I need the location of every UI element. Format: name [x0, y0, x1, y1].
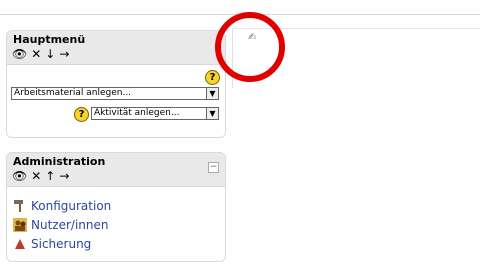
- help-icon[interactable]: ?: [205, 70, 220, 85]
- admin-header: Administration 👁 ✕ ↑ → −: [7, 153, 225, 187]
- admin-controls: 👁 ✕ ↑ →: [12, 169, 70, 183]
- activity-select-value: Aktivität anlegen...: [94, 108, 180, 118]
- admin-title: Administration: [13, 155, 106, 168]
- move-right-icon[interactable]: →: [59, 169, 70, 183]
- main-menu-block: Hauptmenü 👁 ✕ ↓ → ? Arbeitsmaterial anle…: [6, 30, 226, 138]
- admin-item-sicherung[interactable]: Sicherung: [7, 234, 225, 253]
- move-up-icon[interactable]: ↑: [45, 169, 56, 183]
- admin-item-nutzer[interactable]: Nutzer/innen: [7, 215, 225, 234]
- backup-icon: [13, 237, 27, 251]
- main-menu-title: Hauptmenü: [13, 33, 86, 46]
- collapse-icon[interactable]: −: [208, 162, 219, 173]
- admin-body: Konfiguration Nutzer/innen Sicherung: [7, 187, 225, 253]
- delete-icon[interactable]: ✕: [31, 47, 42, 61]
- main-menu-header: Hauptmenü 👁 ✕ ↓ →: [7, 31, 225, 65]
- move-right-icon[interactable]: →: [59, 47, 70, 61]
- admin-item-konfiguration[interactable]: Konfiguration: [7, 196, 225, 215]
- delete-icon[interactable]: ✕: [31, 169, 42, 183]
- dropdown-arrow-icon: ▼: [206, 88, 218, 99]
- dropdown-arrow-icon: ▼: [206, 108, 218, 119]
- annotation-circle: [215, 12, 285, 82]
- admin-item-label: Konfiguration: [31, 198, 112, 213]
- resource-select-value: Arbeitsmaterial anlegen...: [14, 88, 132, 98]
- admin-item-label: Nutzer/innen: [31, 217, 109, 232]
- help-icon[interactable]: ?: [74, 107, 89, 122]
- hammer-icon: [13, 199, 27, 213]
- main-menu-body: ? Arbeitsmaterial anlegen... ▼ ? Aktivit…: [7, 65, 225, 139]
- admin-item-label: Sicherung: [31, 236, 92, 251]
- activity-select[interactable]: Aktivität anlegen... ▼: [91, 107, 219, 120]
- users-icon: [13, 217, 27, 232]
- move-down-icon[interactable]: ↓: [45, 47, 56, 61]
- main-menu-controls: 👁 ✕ ↓ →: [12, 47, 70, 61]
- hide-eye-icon[interactable]: 👁: [12, 169, 28, 183]
- hide-eye-icon[interactable]: 👁: [12, 47, 28, 61]
- resource-select[interactable]: Arbeitsmaterial anlegen... ▼: [11, 87, 219, 100]
